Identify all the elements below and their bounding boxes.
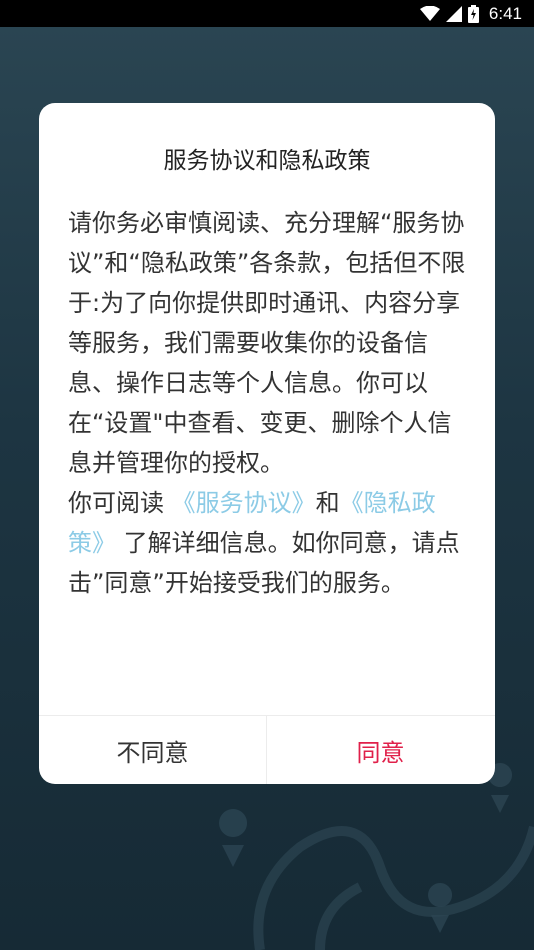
agree-button[interactable]: 同意	[267, 716, 494, 784]
privacy-dialog: 服务协议和隐私政策 请你务必审慎阅读、充分理解“服务协议”和“隐私政策”各条款，…	[39, 103, 495, 784]
body-text-suffix: 了解详细信息。如你同意，请点击”同意”开始接受我们的服务。	[68, 529, 460, 597]
disagree-button[interactable]: 不同意	[39, 716, 266, 784]
status-bar: 6:41	[0, 0, 534, 27]
wifi-icon	[419, 5, 440, 22]
body-text-part1: 请你务必审慎阅读、充分理解“服务协议”和“隐私政策”各条款，包括但不限于:为了向…	[68, 209, 466, 477]
dialog-title: 服务协议和隐私政策	[163, 148, 371, 174]
status-time: 6:41	[488, 3, 522, 23]
battery-icon	[467, 4, 479, 23]
body-text-and: 和	[315, 489, 340, 517]
cell-signal-icon	[445, 5, 462, 22]
service-agreement-link[interactable]: 《服务协议》	[172, 489, 316, 517]
body-text-prefix: 你可阅读	[68, 489, 172, 517]
dialog-body: 请你务必审慎阅读、充分理解“服务协议”和“隐私政策”各条款，包括但不限于:为了向…	[68, 203, 468, 603]
